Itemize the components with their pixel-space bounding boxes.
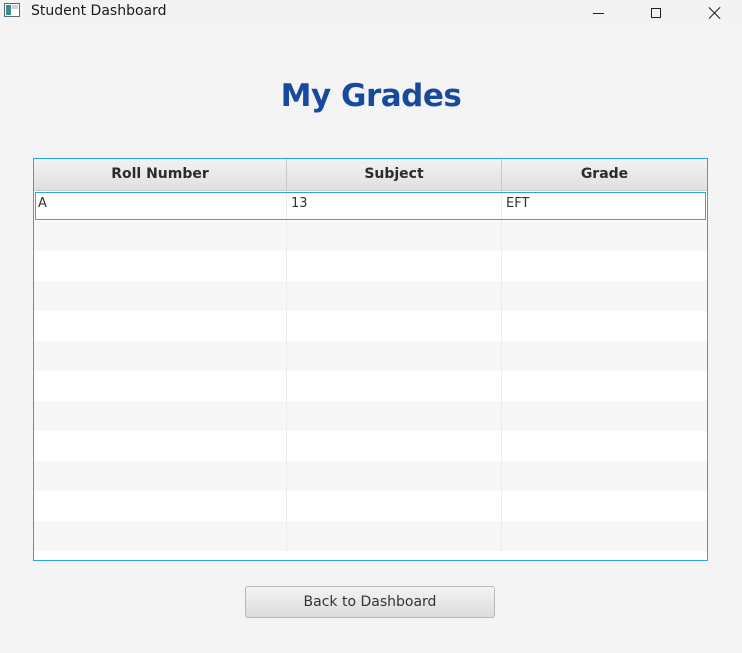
table-cell-subject bbox=[287, 311, 502, 341]
window-title: Student Dashboard bbox=[31, 3, 167, 19]
table-cell-roll-number bbox=[34, 461, 287, 491]
table-row[interactable] bbox=[34, 251, 707, 281]
table-cell-grade bbox=[502, 311, 707, 341]
table-row[interactable]: A 13 EFT bbox=[34, 191, 707, 221]
table-row[interactable] bbox=[34, 281, 707, 311]
table-cell-roll-number: A bbox=[34, 191, 287, 221]
table-cell-subject bbox=[287, 251, 502, 281]
table-cell-subject: 13 bbox=[287, 191, 502, 221]
table-cell-roll-number bbox=[34, 371, 287, 401]
table-cell-grade bbox=[502, 341, 707, 371]
table-row[interactable] bbox=[34, 431, 707, 461]
maximize-icon bbox=[651, 8, 661, 18]
table-cell-subject bbox=[287, 491, 502, 521]
table-cell-roll-number bbox=[34, 281, 287, 311]
maximize-button[interactable] bbox=[633, 0, 679, 26]
column-header-roll-number[interactable]: Roll Number bbox=[34, 159, 287, 190]
table-row[interactable] bbox=[34, 371, 707, 401]
table-cell-subject bbox=[287, 431, 502, 461]
close-button[interactable] bbox=[692, 0, 738, 26]
table-cell-subject bbox=[287, 521, 502, 551]
table-cell-grade bbox=[502, 281, 707, 311]
table-cell-grade bbox=[502, 371, 707, 401]
table-row[interactable] bbox=[34, 401, 707, 431]
table-cell-roll-number bbox=[34, 431, 287, 461]
table-cell-roll-number bbox=[34, 521, 287, 551]
table-cell-roll-number bbox=[34, 221, 287, 251]
table-cell-grade bbox=[502, 461, 707, 491]
table-row[interactable] bbox=[34, 311, 707, 341]
table-cell-subject bbox=[287, 401, 502, 431]
table-cell-roll-number bbox=[34, 491, 287, 521]
minimize-button[interactable] bbox=[575, 0, 621, 26]
table-cell-grade bbox=[502, 221, 707, 251]
table-cell-grade bbox=[502, 491, 707, 521]
table-cell-roll-number bbox=[34, 341, 287, 371]
table-body: A 13 EFT bbox=[34, 191, 707, 551]
table-row[interactable] bbox=[34, 221, 707, 251]
minimize-icon bbox=[592, 12, 604, 14]
table-cell-roll-number bbox=[34, 311, 287, 341]
table-row[interactable] bbox=[34, 521, 707, 551]
table-cell-subject bbox=[287, 341, 502, 371]
table-header: Roll Number Subject Grade bbox=[34, 159, 707, 191]
table-cell-grade: EFT bbox=[506, 196, 530, 211]
table-cell-grade bbox=[502, 401, 707, 431]
table-cell-roll-number bbox=[34, 251, 287, 281]
grades-table[interactable]: Roll Number Subject Grade A 13 EFT bbox=[33, 158, 708, 561]
table-row[interactable] bbox=[34, 341, 707, 371]
table-cell-subject bbox=[287, 221, 502, 251]
table-cell-roll-number bbox=[34, 401, 287, 431]
table-cell-grade bbox=[502, 251, 707, 281]
column-header-subject[interactable]: Subject bbox=[287, 159, 502, 190]
table-cell-subject bbox=[287, 461, 502, 491]
back-to-dashboard-button[interactable]: Back to Dashboard bbox=[245, 586, 495, 618]
table-cell-grade bbox=[502, 521, 707, 551]
column-header-grade[interactable]: Grade bbox=[502, 159, 707, 190]
table-cell-subject bbox=[287, 371, 502, 401]
table-row[interactable] bbox=[34, 461, 707, 491]
app-icon bbox=[4, 3, 20, 17]
app-window: Student Dashboard My Grades Roll Number … bbox=[0, 0, 742, 653]
close-icon bbox=[708, 6, 722, 20]
title-bar[interactable]: Student Dashboard bbox=[0, 0, 742, 26]
table-row[interactable] bbox=[34, 491, 707, 521]
table-cell-subject bbox=[287, 281, 502, 311]
table-cell-grade bbox=[502, 431, 707, 461]
page-title: My Grades bbox=[280, 78, 462, 114]
